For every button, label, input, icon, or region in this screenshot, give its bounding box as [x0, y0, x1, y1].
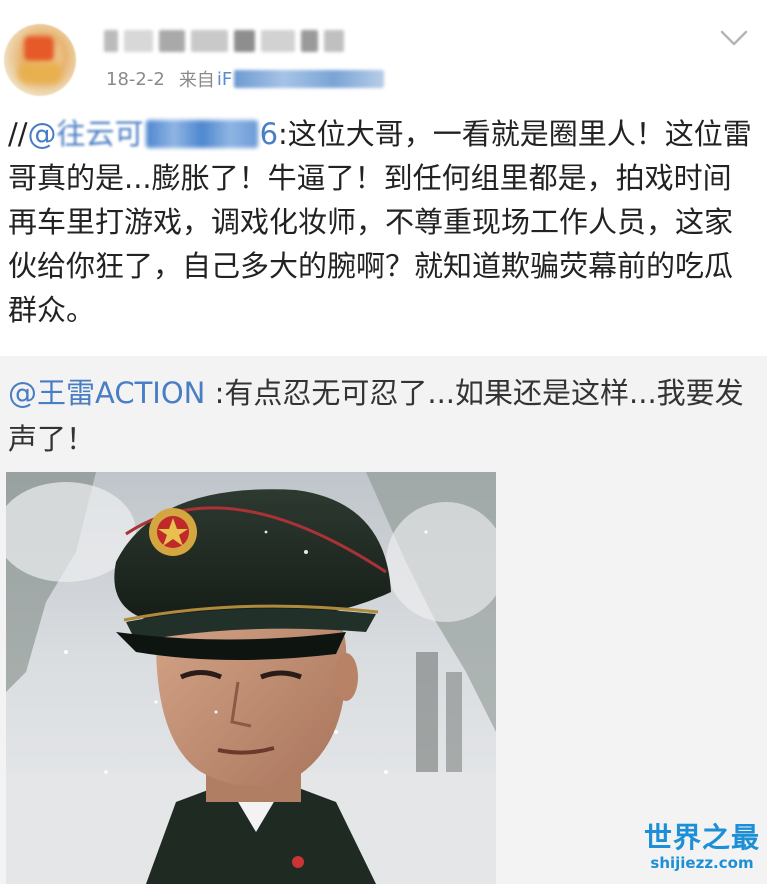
- post-source[interactable]: 来自 iF: [178, 66, 385, 92]
- mention-visible-start[interactable]: 往云可: [57, 117, 144, 151]
- source-visible: iF: [216, 68, 233, 90]
- soldier-photo-illustration: [6, 472, 496, 884]
- source-prefix: 来自: [178, 70, 215, 91]
- username-blurred[interactable]: [104, 24, 344, 58]
- weibo-post-screen: 18-2-2 来自 iF //@往云可 6:这位大哥，一看就是圈里人！这位雷哥真的…: [0, 0, 767, 884]
- post-header: 18-2-2 来自 iF: [0, 0, 767, 100]
- watermark-title: 世界之最: [643, 821, 760, 854]
- site-watermark: 世界之最 shijiezz.com: [642, 822, 762, 882]
- watermark-url: shijiezz.com: [650, 854, 754, 872]
- mention-blurred[interactable]: [145, 120, 258, 148]
- repost-slashes: //: [8, 117, 28, 151]
- post-meta: 18-2-2 来自 iF: [106, 66, 385, 92]
- retweet-text: @王雷ACTION :有点忍无可忍了...如果还是这样...我要发声了！: [8, 370, 748, 462]
- retweet-mention[interactable]: @王雷ACTION: [8, 376, 205, 410]
- chevron-down-icon[interactable]: [716, 24, 752, 52]
- mention-visible-end[interactable]: 6: [260, 117, 278, 151]
- retweet-card[interactable]: @王雷ACTION :有点忍无可忍了...如果还是这样...我要发声了！: [0, 356, 767, 884]
- retweet-photo[interactable]: [6, 472, 496, 884]
- post-text: //@往云可 6:这位大哥，一看就是圈里人！这位雷哥真的是...膨胀了！牛逼了！到…: [8, 112, 758, 332]
- mention-at[interactable]: @: [28, 117, 57, 151]
- post-date: 18-2-2: [106, 68, 165, 90]
- source-blurred: [234, 70, 385, 88]
- avatar[interactable]: [4, 24, 76, 96]
